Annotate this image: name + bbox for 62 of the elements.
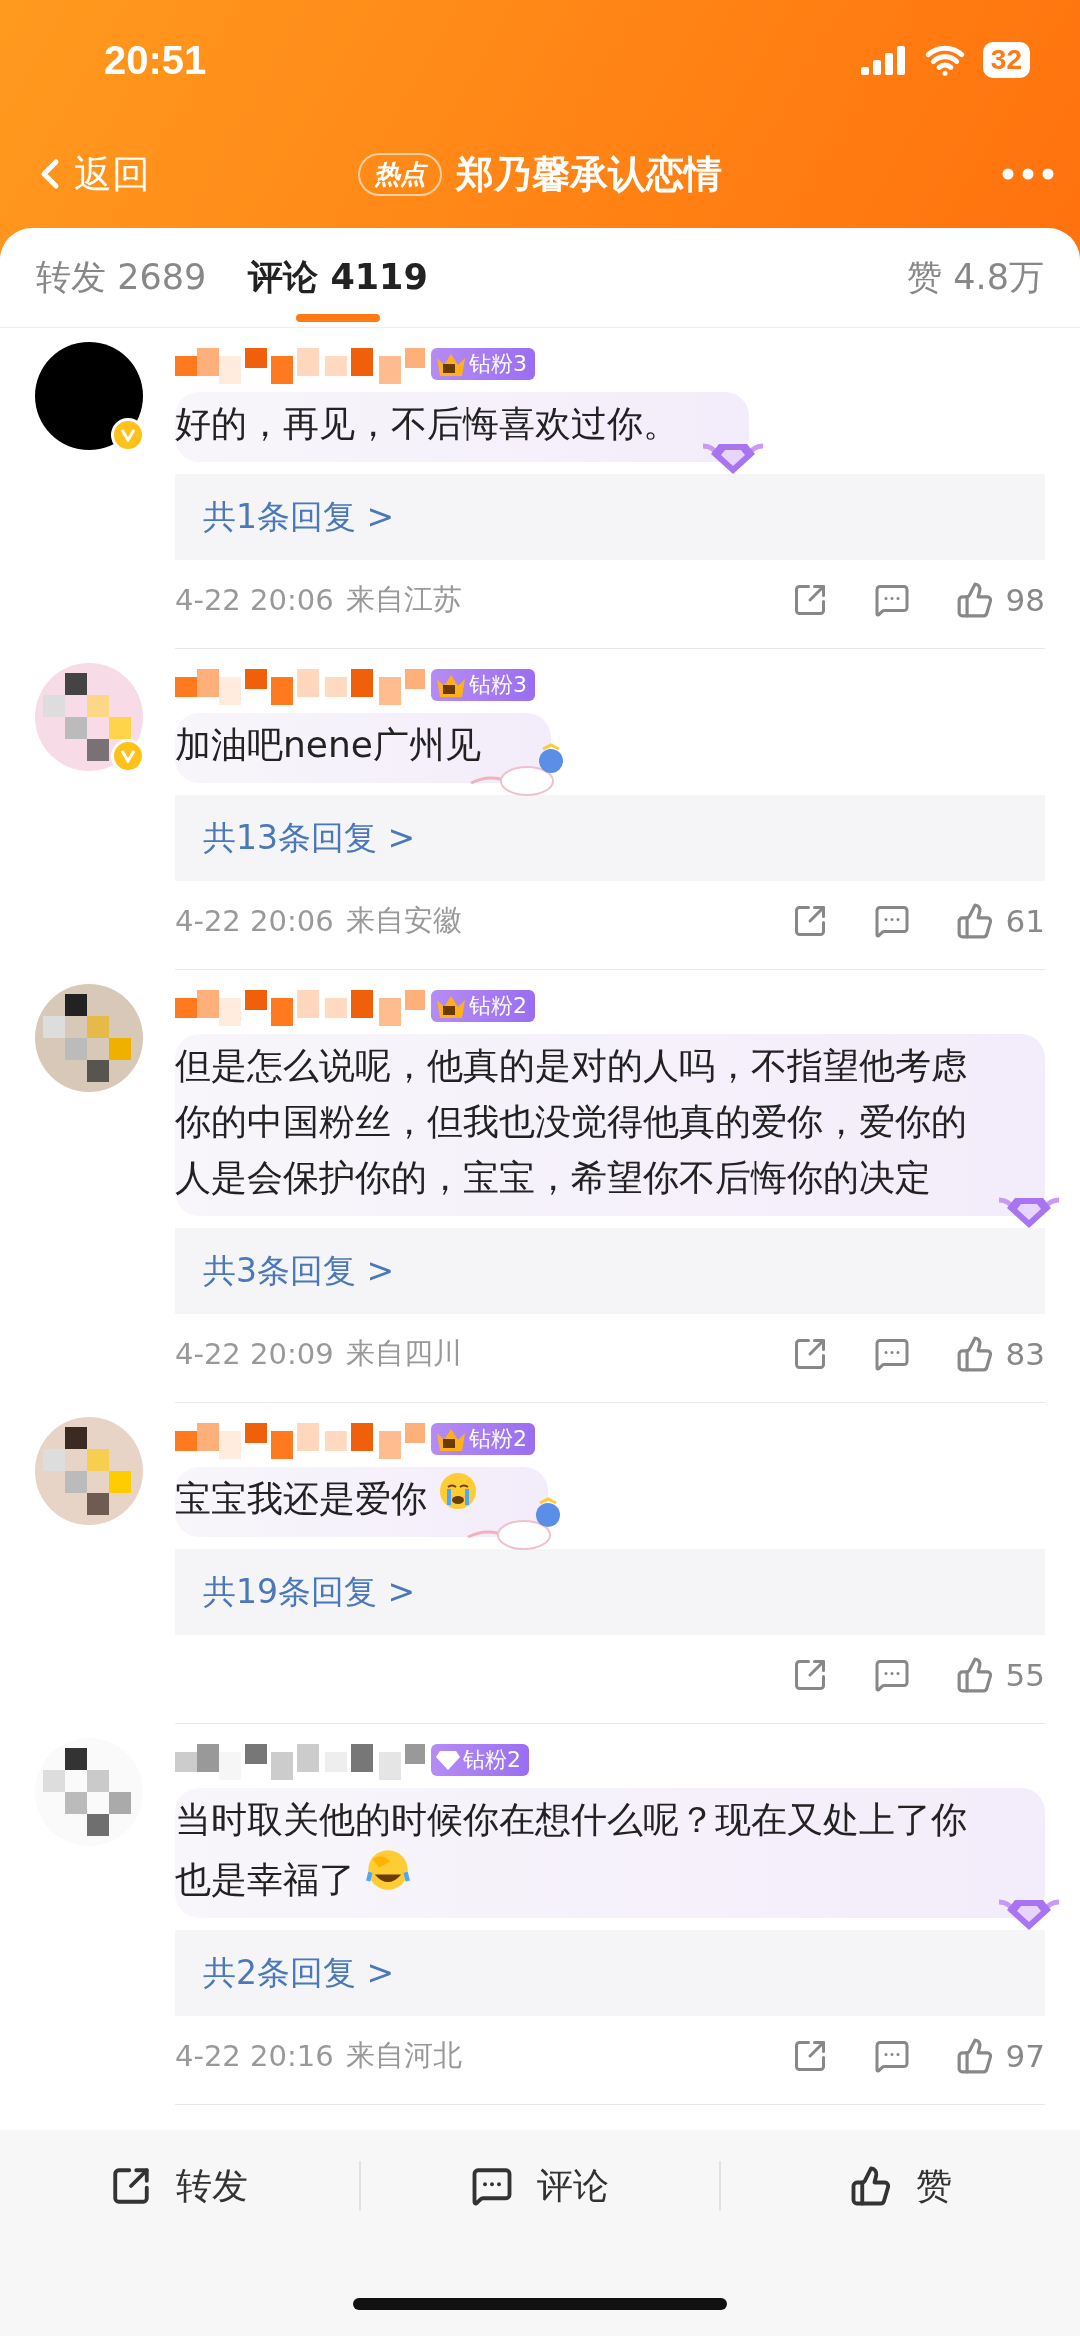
signal-icon bbox=[860, 45, 907, 75]
like-button[interactable]: 83 bbox=[955, 1335, 1045, 1373]
comment-button[interactable]: 评论 bbox=[358, 2161, 720, 2211]
tab[interactable]: 转发 2689 bbox=[36, 227, 207, 328]
tab[interactable]: 评论 4119 bbox=[248, 227, 428, 328]
back-button[interactable]: 返回 bbox=[26, 148, 150, 200]
thumbs-up-icon bbox=[955, 2037, 994, 2075]
topic-title: 郑乃馨承认恋情 bbox=[456, 150, 722, 198]
comment-text: 当时取关他的时候你在想什么呢？现在又处上了你也是幸福了 bbox=[175, 1798, 968, 1902]
replies-link[interactable]: 共13条回复 > bbox=[175, 795, 1045, 881]
reply-button[interactable] bbox=[873, 2038, 910, 2074]
fan-badge: 钻粉2 bbox=[431, 990, 535, 1022]
comment-icon bbox=[873, 1657, 910, 1693]
battery-icon: 32 bbox=[982, 42, 1030, 78]
comment-text: 但是怎么说呢，他真的是对的人吗，不指望他考虑你的中国粉丝，但我也没觉得他真的爱你，爱你的人是会保护你的，宝宝，希望你不后悔你的决定 bbox=[175, 1044, 968, 1200]
like-button[interactable]: 55 bbox=[955, 1656, 1045, 1694]
comment-text: 加油吧nene广州见 bbox=[175, 723, 481, 767]
fan-badge: 钻粉2 bbox=[431, 1744, 529, 1776]
status-time: 20:51 bbox=[104, 37, 207, 83]
thumbs-up-icon bbox=[955, 1656, 994, 1694]
comment-location: 来自江苏 bbox=[345, 581, 462, 618]
fan-badge: 钻粉3 bbox=[431, 348, 535, 380]
fan-badge: 钻粉2 bbox=[431, 1423, 535, 1455]
comment-location: 来自四川 bbox=[345, 1335, 462, 1372]
repost-button[interactable]: 转发 bbox=[0, 2161, 359, 2211]
hot-tag: 热点 bbox=[358, 152, 442, 196]
reply-button[interactable] bbox=[873, 1657, 910, 1693]
laughing-emoji-icon bbox=[366, 1848, 411, 1892]
comment-icon bbox=[873, 2038, 910, 2074]
crying-emoji-icon bbox=[438, 1471, 479, 1511]
comment-icon bbox=[873, 903, 910, 939]
like-button[interactable]: 98 bbox=[955, 581, 1045, 619]
reply-button[interactable] bbox=[873, 582, 910, 618]
like-button[interactable]: 97 bbox=[955, 2037, 1045, 2075]
like-button[interactable]: 赞 bbox=[719, 2161, 1080, 2211]
comment-text: 好的，再见，不后悔喜欢过你。 bbox=[175, 402, 679, 446]
thumbs-up-icon bbox=[955, 581, 994, 619]
comment-date: 4-22 20:06 bbox=[175, 904, 334, 938]
thumbs-up-icon bbox=[955, 1335, 994, 1373]
like-button[interactable]: 61 bbox=[955, 902, 1045, 940]
replies-link[interactable]: 共3条回复 > bbox=[175, 1228, 1045, 1314]
comment-date: 4-22 20:06 bbox=[175, 583, 334, 617]
comment-date: 4-22 20:16 bbox=[175, 2039, 334, 2073]
more-button[interactable] bbox=[1002, 168, 1054, 180]
replies-link[interactable]: 共2条回复 > bbox=[175, 1930, 1045, 2016]
likes-tab[interactable]: 赞 4.8万 bbox=[907, 254, 1044, 301]
reply-button[interactable] bbox=[873, 1336, 910, 1372]
reply-button[interactable] bbox=[873, 903, 910, 939]
thumbs-up-icon bbox=[849, 2165, 892, 2207]
diamond-icon bbox=[435, 1749, 461, 1771]
comment-icon bbox=[471, 2165, 513, 2207]
replies-link[interactable]: 共1条回复 > bbox=[175, 474, 1045, 560]
thumbs-up-icon bbox=[955, 902, 994, 940]
comment-icon bbox=[873, 1336, 910, 1372]
fan-badge: 钻粉3 bbox=[431, 669, 535, 701]
comment-location: 来自安徽 bbox=[345, 902, 462, 939]
replies-link[interactable]: 共19条回复 > bbox=[175, 1549, 1045, 1635]
comment-date: 4-22 20:09 bbox=[175, 1337, 334, 1371]
more-icon bbox=[1002, 168, 1054, 180]
comment-location: 来自河北 bbox=[345, 2037, 462, 2074]
comment-text: 宝宝我还是爱你 bbox=[175, 1471, 479, 1527]
comment-icon bbox=[873, 582, 910, 618]
